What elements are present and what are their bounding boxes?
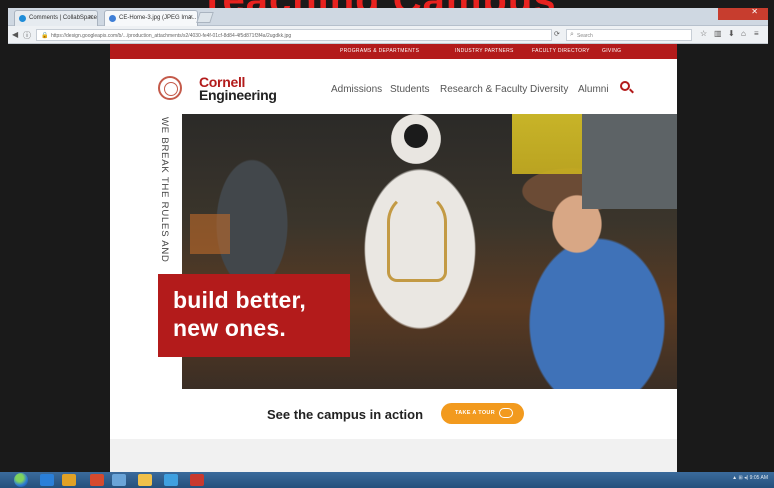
search-icon[interactable] bbox=[620, 81, 630, 91]
media-icon[interactable] bbox=[90, 474, 104, 486]
tab-comments[interactable]: Comments | CollabSpace × bbox=[14, 10, 98, 26]
take-a-tour-label: TAKE A TOUR bbox=[455, 410, 495, 416]
back-arrow-icon[interactable]: ◀ bbox=[12, 30, 18, 39]
robot-head bbox=[404, 124, 428, 148]
lock-icon: 🔒 bbox=[41, 33, 49, 39]
reload-icon[interactable]: ⟳ bbox=[554, 30, 560, 38]
search-placeholder: Search bbox=[577, 33, 593, 39]
info-icon[interactable]: ⓘ bbox=[23, 30, 31, 41]
url-text: https://design.googleapis.com/b/.../prod… bbox=[51, 33, 292, 39]
photo-cabinet bbox=[582, 114, 677, 209]
utility-item-giving[interactable]: GIVING bbox=[602, 48, 621, 54]
start-button[interactable] bbox=[14, 473, 28, 487]
app-icon[interactable] bbox=[164, 474, 178, 486]
nav-diversity[interactable]: Diversity bbox=[530, 84, 568, 95]
below-fold-section bbox=[110, 439, 677, 476]
browser-window: Comments | CollabSpace × CE-Home-3.jpg (… bbox=[8, 7, 768, 44]
nav-students[interactable]: Students bbox=[390, 84, 429, 95]
close-icon[interactable]: × bbox=[89, 14, 93, 21]
brand-line-2[interactable]: Engineering bbox=[199, 87, 277, 103]
browser-search-input[interactable]: ⌕ Search bbox=[566, 29, 692, 41]
address-bar: ◀ ⓘ 🔒 https://design.googleapis.com/b/..… bbox=[8, 26, 768, 44]
url-field[interactable]: 🔒 https://design.googleapis.com/b/.../pr… bbox=[36, 29, 552, 41]
cta-text: See the campus in action bbox=[267, 407, 424, 422]
overlay-title-partial: Teaching Campus bbox=[200, 0, 620, 8]
photo-equipment bbox=[190, 214, 230, 254]
take-a-tour-button[interactable]: TAKE A TOUR bbox=[441, 403, 524, 424]
web-page: PROGRAMS & DEPARTMENTS INDUSTRY PARTNERS… bbox=[110, 44, 677, 476]
utility-item-faculty[interactable]: FACULTY DIRECTORY bbox=[532, 48, 590, 54]
app-icon[interactable] bbox=[112, 474, 126, 486]
tab-ce-home[interactable]: CE-Home-3.jpg (JPEG Ima... × bbox=[104, 10, 198, 26]
ie-icon[interactable] bbox=[40, 474, 54, 486]
utility-item-industry[interactable]: INDUSTRY PARTNERS bbox=[455, 48, 514, 54]
hero-section: WE BREAK THE RULES AND build better, new… bbox=[110, 114, 677, 389]
nav-alumni[interactable]: Alumni bbox=[578, 84, 609, 95]
tab-label: Comments | CollabSpace bbox=[29, 15, 97, 21]
app-icon[interactable] bbox=[190, 474, 204, 486]
site-header: Cornell Engineering Admissions Students … bbox=[110, 59, 677, 114]
cta-strip: See the campus in action TAKE A TOUR bbox=[110, 389, 677, 439]
tagline-text: WE BREAK THE RULES AND bbox=[159, 117, 170, 263]
home-icon[interactable]: ⌂ bbox=[741, 29, 746, 38]
360-view-icon bbox=[499, 408, 513, 418]
tab-favicon-icon bbox=[109, 15, 116, 22]
explorer-icon[interactable] bbox=[62, 474, 76, 486]
star-icon[interactable]: ☆ bbox=[700, 29, 707, 38]
search-icon: ⌕ bbox=[570, 31, 574, 38]
nav-research-faculty[interactable]: Research & Faculty bbox=[440, 84, 527, 95]
window-close-button[interactable]: ✕ bbox=[718, 7, 768, 20]
folder-icon[interactable] bbox=[138, 474, 152, 486]
new-tab-button[interactable] bbox=[196, 12, 214, 23]
hero-headline-line1: build better, bbox=[173, 287, 306, 313]
cornell-seal-logo[interactable] bbox=[158, 76, 182, 100]
close-icon[interactable]: × bbox=[189, 14, 193, 21]
hero-headline-box: build better, new ones. bbox=[158, 274, 350, 357]
menu-icon[interactable]: ≡ bbox=[754, 29, 759, 38]
windows-taskbar: ▲ ⊞ ◂) 9:05 AM bbox=[0, 472, 774, 488]
robot-body-trim bbox=[387, 192, 447, 282]
library-icon[interactable]: ▥ bbox=[714, 29, 722, 38]
hero-tagline-vertical: WE BREAK THE RULES AND bbox=[156, 117, 170, 267]
tab-favicon-icon bbox=[19, 15, 26, 22]
hero-headline-line2: new ones. bbox=[173, 315, 286, 341]
utility-item-programs[interactable]: PROGRAMS & DEPARTMENTS bbox=[340, 48, 419, 54]
nav-admissions[interactable]: Admissions bbox=[331, 84, 382, 95]
download-icon[interactable]: ⬇ bbox=[728, 29, 735, 38]
tab-bar: Comments | CollabSpace × CE-Home-3.jpg (… bbox=[8, 7, 768, 26]
tab-label: CE-Home-3.jpg (JPEG Ima... bbox=[119, 15, 197, 21]
utility-nav: PROGRAMS & DEPARTMENTS INDUSTRY PARTNERS… bbox=[110, 44, 677, 59]
system-tray[interactable]: ▲ ⊞ ◂) 9:05 AM bbox=[732, 475, 768, 481]
